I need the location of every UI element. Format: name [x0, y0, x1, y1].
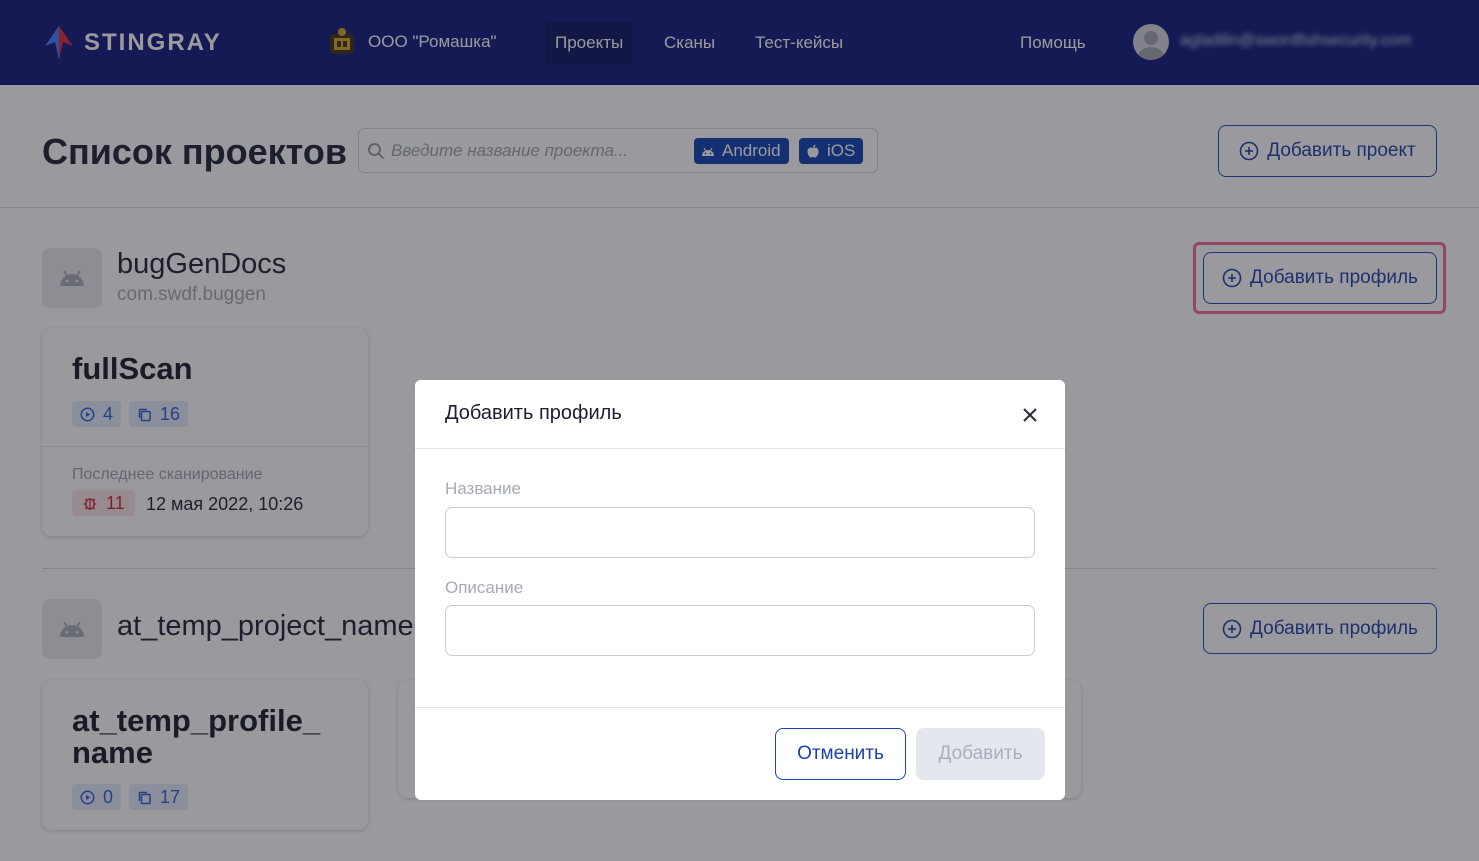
cancel-button[interactable]: Отменить	[775, 728, 906, 780]
dialog-title: Добавить профиль	[445, 402, 622, 424]
dialog-header-divider	[415, 448, 1065, 449]
name-label: Название	[445, 479, 521, 498]
dialog-footer-divider	[415, 707, 1065, 708]
add-button[interactable]: Добавить	[916, 728, 1045, 780]
close-icon[interactable]	[1019, 404, 1041, 426]
description-label: Описание	[445, 578, 524, 597]
description-field[interactable]	[445, 605, 1035, 656]
name-field[interactable]	[445, 507, 1035, 558]
add-profile-dialog: Добавить профиль Название Описание Отмен…	[415, 380, 1065, 800]
